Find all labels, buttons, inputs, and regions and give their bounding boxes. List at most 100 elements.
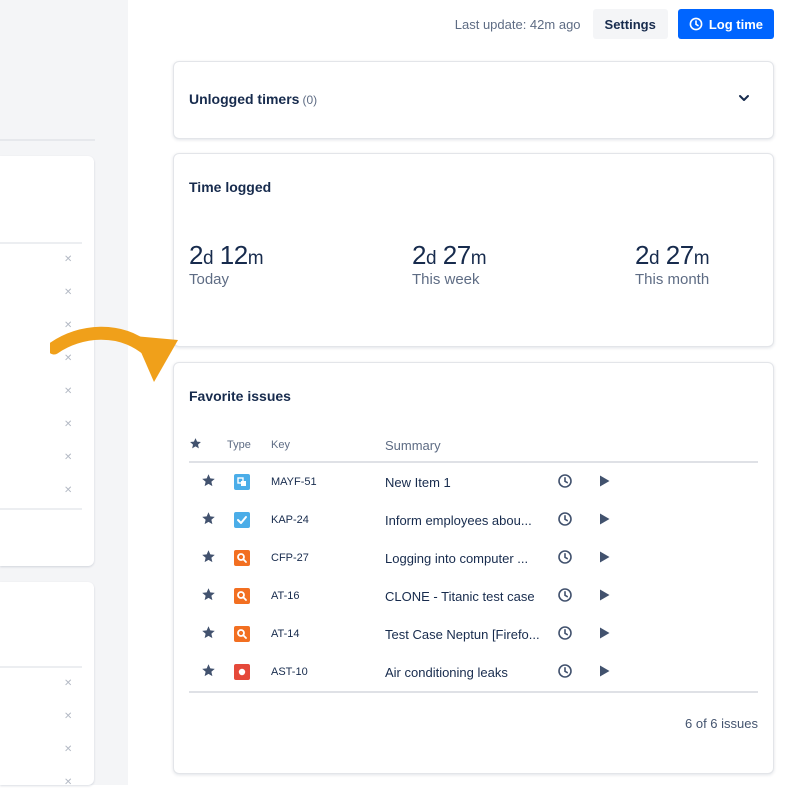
issue-summary-cell[interactable]: CLONE - Titanic test case: [385, 577, 557, 615]
issue-summary-cell[interactable]: Logging into computer ...: [385, 539, 557, 577]
table-row[interactable]: MAYF-51 New Item 1: [189, 462, 758, 501]
stat-value: 2d 27m: [412, 240, 487, 270]
issue-key[interactable]: AST-10: [271, 653, 385, 693]
left-background-pane: ✕ ✕ ✕ ✕ ✕ ✕ ✕ ✕ ✕ ✕ ✕ ✕: [0, 0, 128, 788]
issue-summary-cell[interactable]: Test Case Neptun [Firefo...: [385, 615, 557, 653]
log-time-cell[interactable]: [557, 653, 597, 693]
test-icon: [234, 550, 250, 566]
stat-this-month: 2d 27m This month: [635, 240, 710, 288]
log-time-cell[interactable]: [557, 501, 597, 539]
close-icon: ✕: [64, 386, 73, 397]
play-icon[interactable]: [597, 588, 611, 602]
divider: [0, 139, 95, 141]
story-icon: [234, 474, 250, 490]
close-icon: ✕: [64, 419, 73, 430]
clock-icon: [689, 17, 703, 31]
divider: [0, 242, 82, 244]
close-icon: ✕: [64, 485, 73, 496]
issue-type-cell: [227, 577, 271, 615]
start-timer-cell[interactable]: [597, 501, 758, 539]
favorite-issues-card: Favorite issues Type Key Summary MAYF-51…: [173, 362, 774, 774]
play-icon[interactable]: [597, 474, 611, 488]
close-icon: ✕: [64, 678, 73, 689]
stat-label: Today: [189, 271, 230, 288]
log-time-cell[interactable]: [557, 539, 597, 577]
favorite-star-cell[interactable]: [189, 539, 227, 577]
play-icon[interactable]: [597, 626, 611, 640]
chevron-down-icon[interactable]: [737, 91, 751, 105]
pointer-arrow-icon: [50, 326, 178, 382]
star-icon[interactable]: [201, 663, 216, 678]
issue-key[interactable]: CFP-27: [271, 539, 385, 577]
column-header-summary[interactable]: Summary: [385, 429, 557, 463]
issue-summary: Test Case Neptun [Firefo...: [385, 627, 540, 643]
log-time-cell[interactable]: [557, 577, 597, 615]
close-icon: ✕: [64, 711, 73, 722]
star-icon[interactable]: [201, 549, 216, 564]
stat-this-week: 2d 27m This week: [412, 240, 487, 288]
favorite-star-cell[interactable]: [189, 462, 227, 501]
column-header-key[interactable]: Key: [271, 429, 385, 463]
star-icon[interactable]: [201, 587, 216, 602]
issue-key[interactable]: KAP-24: [271, 501, 385, 539]
play-icon[interactable]: [597, 512, 611, 526]
table-row[interactable]: AT-14 Test Case Neptun [Firefo...: [189, 615, 758, 653]
issue-summary-cell[interactable]: Inform employees abou...: [385, 501, 557, 539]
table-row[interactable]: AST-10 Air conditioning leaks: [189, 653, 758, 693]
unlogged-timers-card[interactable]: Unlogged timers (0): [173, 61, 774, 139]
favorite-issues-title: Favorite issues: [189, 388, 291, 404]
start-timer-cell[interactable]: [597, 462, 758, 501]
unlogged-timers-count: (0): [302, 93, 318, 107]
log-time-button[interactable]: Log time: [677, 9, 774, 39]
column-header-log: [557, 429, 597, 463]
settings-button[interactable]: Settings: [592, 9, 668, 39]
favorite-star-cell[interactable]: [189, 653, 227, 693]
start-timer-cell[interactable]: [597, 653, 758, 693]
clock-icon[interactable]: [557, 473, 573, 489]
table-header-row: Type Key Summary: [189, 429, 758, 463]
column-header-type[interactable]: Type: [227, 429, 271, 463]
issue-type-cell: [227, 653, 271, 693]
favorite-star-cell[interactable]: [189, 577, 227, 615]
table-row[interactable]: CFP-27 Logging into computer ...: [189, 539, 758, 577]
star-icon[interactable]: [201, 473, 216, 488]
issue-summary-cell[interactable]: New Item 1: [385, 462, 557, 501]
play-icon[interactable]: [597, 664, 611, 678]
clock-icon[interactable]: [557, 625, 573, 641]
favorite-star-cell[interactable]: [189, 501, 227, 539]
favorite-star-cell[interactable]: [189, 615, 227, 653]
issue-summary: Air conditioning leaks: [385, 665, 508, 681]
start-timer-cell[interactable]: [597, 615, 758, 653]
clock-icon[interactable]: [557, 587, 573, 603]
clock-icon[interactable]: [557, 549, 573, 565]
clock-icon[interactable]: [557, 511, 573, 527]
log-time-label: Log time: [708, 16, 763, 32]
star-icon[interactable]: [201, 511, 216, 526]
table-row[interactable]: KAP-24 Inform employees abou...: [189, 501, 758, 539]
close-icon: ✕: [64, 452, 73, 463]
issues-count: 6 of 6 issues: [685, 716, 758, 731]
issue-summary-cell[interactable]: Air conditioning leaks: [385, 653, 557, 693]
time-logged-card: Time logged 2d 12m Today 2d 27m This wee…: [173, 153, 774, 347]
clock-icon[interactable]: [557, 663, 573, 679]
issue-summary: New Item 1: [385, 475, 451, 491]
start-timer-cell[interactable]: [597, 539, 758, 577]
table-row[interactable]: AT-16 CLONE - Titanic test case: [189, 577, 758, 615]
issue-type-cell: [227, 501, 271, 539]
column-header-favorite[interactable]: [189, 429, 227, 463]
star-icon[interactable]: [201, 625, 216, 640]
start-timer-cell[interactable]: [597, 577, 758, 615]
play-icon[interactable]: [597, 550, 611, 564]
divider: [0, 508, 82, 510]
log-time-cell[interactable]: [557, 615, 597, 653]
issue-key[interactable]: AT-16: [271, 577, 385, 615]
issue-key[interactable]: MAYF-51: [271, 462, 385, 501]
test-icon: [234, 588, 250, 604]
test-icon: [234, 626, 250, 642]
close-icon: ✕: [64, 287, 73, 298]
time-logged-title: Time logged: [189, 179, 272, 195]
issue-key[interactable]: AT-14: [271, 615, 385, 653]
issue-type-cell: [227, 462, 271, 501]
log-time-cell[interactable]: [557, 462, 597, 501]
stat-label: This month: [635, 271, 710, 288]
